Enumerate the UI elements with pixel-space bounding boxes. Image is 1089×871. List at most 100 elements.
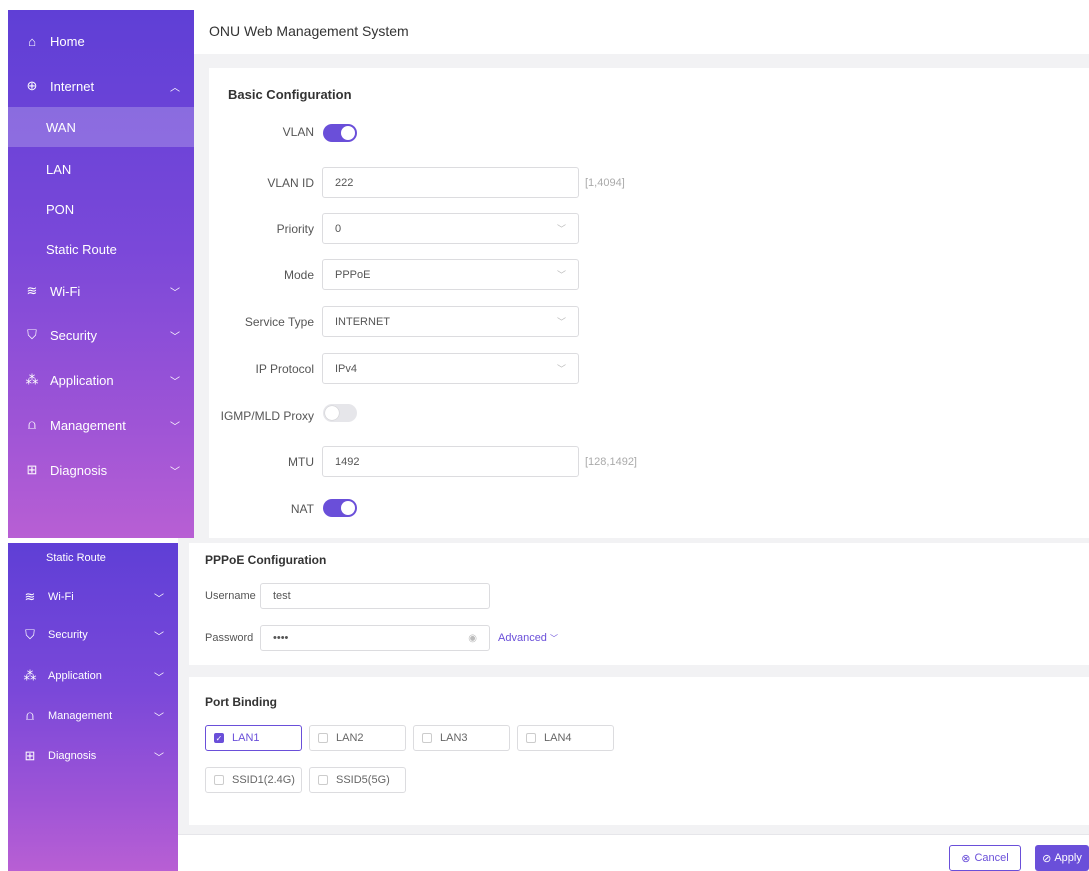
mode-select[interactable]: PPPoE ﹀: [322, 259, 579, 290]
chevron-down-icon: ﹀: [154, 672, 164, 684]
pppoe-configuration-title: PPPoE Configuration: [205, 553, 327, 567]
sidebar-item-label: Diagnosis: [48, 750, 97, 762]
sidebar-item-security[interactable]: ⛉ Security ﹀: [8, 322, 194, 348]
wifi-icon: ≋: [24, 589, 36, 604]
toggle-knob: [341, 501, 355, 515]
apply-label: Apply: [1054, 852, 1082, 864]
username-input[interactable]: test: [260, 583, 490, 609]
home-icon: ⌂: [28, 33, 36, 49]
diagnosis-icon: ⊞: [24, 748, 36, 763]
advanced-link[interactable]: Advanced ﹀: [498, 632, 558, 644]
sidebar-item-diagnosis[interactable]: ⊞ Diagnosis ﹀: [8, 747, 178, 765]
sidebar-item-static-route[interactable]: Static Route: [8, 549, 178, 567]
cancel-label: Cancel: [974, 852, 1009, 864]
port-label: LAN4: [544, 732, 572, 744]
chevron-down-icon: ﹀: [550, 634, 558, 643]
ip-protocol-select[interactable]: IPv4 ﹀: [322, 353, 579, 384]
sidebar-item-wan[interactable]: WAN: [8, 107, 194, 147]
sidebar-item-label: Security: [48, 629, 88, 641]
sidebar-item-label: Internet: [50, 78, 95, 94]
chevron-down-icon: ﹀: [556, 317, 566, 327]
ip-protocol-value: IPv4: [335, 362, 358, 375]
checkbox-icon: [214, 775, 224, 785]
advanced-label: Advanced: [498, 632, 547, 644]
chevron-down-icon: ﹀: [556, 364, 566, 374]
sidebar-item-label: Application: [48, 670, 102, 682]
port-lan3[interactable]: LAN3: [413, 725, 510, 751]
sidebar-item-label: PON: [46, 201, 75, 217]
shield-icon: ⛉: [27, 327, 37, 342]
shield-icon: ⛉: [25, 627, 35, 642]
igmp-toggle[interactable]: [323, 404, 357, 422]
apps-icon: ⁂: [25, 372, 39, 387]
sidebar-item-static-route[interactable]: Static Route: [8, 236, 194, 262]
apps-icon: ⁂: [23, 668, 37, 683]
basic-configuration-title: Basic Configuration: [228, 87, 352, 102]
service-type-value: INTERNET: [335, 315, 390, 328]
sidebar-item-internet[interactable]: ⊕ Internet ︿: [8, 72, 194, 100]
toggle-knob: [341, 126, 355, 140]
toggle-knob: [325, 406, 339, 420]
checkbox-icon: [422, 733, 432, 743]
port-lan2[interactable]: LAN2: [309, 725, 406, 751]
sidebar-item-label: WAN: [46, 119, 76, 135]
port-label: LAN3: [440, 732, 468, 744]
service-type-select[interactable]: INTERNET ﹀: [322, 306, 579, 337]
vlan-id-range: [1,4094]: [585, 177, 625, 189]
password-label: Password: [205, 632, 254, 644]
check-circle-icon: ⊘: [1042, 852, 1052, 865]
service-type-label: Service Type: [244, 315, 314, 329]
port-label: LAN2: [336, 732, 364, 744]
sidebar-item-application[interactable]: ⁂ Application ﹀: [8, 667, 178, 685]
chevron-down-icon: ﹀: [170, 376, 180, 388]
priority-select[interactable]: 0 ﹀: [322, 213, 579, 244]
sidebar-item-security[interactable]: ⛉ Security ﹀: [8, 626, 178, 644]
sidebar-item-home[interactable]: ⌂ Home: [8, 28, 194, 54]
chevron-down-icon: ﹀: [154, 712, 164, 724]
port-lan1[interactable]: ✓ LAN1: [205, 725, 302, 751]
mode-label: Mode: [283, 268, 314, 282]
cancel-button[interactable]: ⊗ Cancel: [949, 845, 1021, 871]
igmp-label: IGMP/MLD Proxy: [220, 409, 314, 423]
sidebar-item-management[interactable]: ⩍ Management ﹀: [8, 707, 178, 725]
mtu-value: 1492: [335, 455, 360, 468]
sidebar-item-wifi[interactable]: ≋ Wi-Fi ﹀: [8, 278, 194, 304]
eye-icon[interactable]: ◉: [468, 633, 477, 644]
password-input[interactable]: •••• ◉: [260, 625, 490, 651]
router-icon: ⩍: [25, 708, 35, 723]
sidebar-item-wifi[interactable]: ≋ Wi-Fi ﹀: [8, 588, 178, 606]
mtu-range: [128,1492]: [585, 456, 637, 468]
sidebar-main: ⌂ Home ⊕ Internet ︿ WAN LAN PON Static R…: [8, 10, 194, 538]
sidebar-item-management[interactable]: ⩍ Management ﹀: [8, 412, 194, 438]
sidebar-item-diagnosis[interactable]: ⊞ Diagnosis ﹀: [8, 457, 194, 483]
chevron-down-icon: ﹀: [170, 331, 180, 343]
diagnosis-icon: ⊞: [26, 462, 38, 477]
checkbox-icon: [318, 733, 328, 743]
header: ONU Web Management System: [194, 10, 1089, 54]
mtu-input[interactable]: 1492: [322, 446, 579, 477]
sidebar-item-label: Security: [50, 327, 97, 343]
sidebar-item-label: Static Route: [46, 241, 117, 257]
sidebar-item-application[interactable]: ⁂ Application ﹀: [8, 367, 194, 393]
vlan-toggle[interactable]: [323, 124, 357, 142]
checkbox-checked-icon: ✓: [214, 733, 224, 743]
sidebar-item-pon[interactable]: PON: [8, 196, 194, 222]
vlan-label: VLAN: [282, 125, 314, 139]
port-ssid1[interactable]: SSID1(2.4G): [205, 767, 302, 793]
apply-button[interactable]: ⊘ Apply: [1035, 845, 1089, 871]
port-ssid5[interactable]: SSID5(5G): [309, 767, 406, 793]
ip-protocol-label: IP Protocol: [255, 362, 314, 376]
sidebar-item-lan[interactable]: LAN: [8, 156, 194, 182]
page-title: ONU Web Management System: [209, 23, 409, 39]
vlan-id-label: VLAN ID: [267, 176, 314, 190]
checkbox-icon: [318, 775, 328, 785]
chevron-up-icon: ︿: [170, 82, 180, 94]
nat-toggle[interactable]: [323, 499, 357, 517]
mode-value: PPPoE: [335, 268, 371, 281]
port-lan4[interactable]: LAN4: [517, 725, 614, 751]
cancel-icon: ⊗: [961, 852, 971, 865]
vlan-id-input[interactable]: 222: [322, 167, 579, 198]
chevron-down-icon: ﹀: [154, 752, 164, 764]
chevron-down-icon: ﹀: [170, 287, 180, 299]
port-label: LAN1: [232, 732, 260, 744]
